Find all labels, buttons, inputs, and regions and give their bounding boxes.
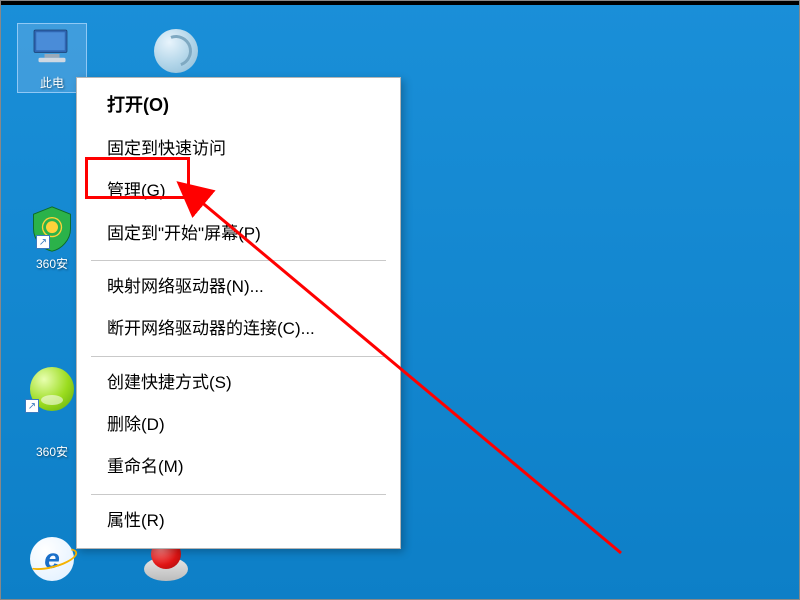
shortcut-badge-icon: ↗ [36, 235, 50, 249]
context-menu: 打开(O) 固定到快速访问 管理(G) 固定到"开始"屏幕(P) 映射网络驱动器… [76, 77, 401, 549]
shield-icon: ↗ [28, 205, 76, 253]
computer-icon [28, 24, 76, 72]
menu-item-map-drive[interactable]: 映射网络驱动器(N)... [77, 266, 400, 308]
menu-separator [91, 356, 386, 357]
menu-separator [91, 494, 386, 495]
menu-separator [91, 260, 386, 261]
menu-item-create-shortcut[interactable]: 创建快捷方式(S) [77, 362, 400, 404]
desktop-icon-browser[interactable] [141, 27, 211, 79]
ball-icon: ↗ [28, 365, 76, 413]
browser-icon [152, 27, 200, 75]
menu-item-pin-quick-access[interactable]: 固定到快速访问 [77, 128, 400, 170]
menu-item-manage[interactable]: 管理(G) [77, 170, 400, 212]
shortcut-badge-icon: ↗ [25, 399, 39, 413]
ie-icon [28, 535, 76, 583]
menu-item-rename[interactable]: 重命名(M) [77, 446, 400, 488]
menu-item-open[interactable]: 打开(O) [77, 84, 400, 128]
menu-item-delete[interactable]: 删除(D) [77, 404, 400, 446]
menu-item-pin-start[interactable]: 固定到"开始"屏幕(P) [77, 213, 400, 255]
menu-item-disconnect-drive[interactable]: 断开网络驱动器的连接(C)... [77, 308, 400, 350]
menu-item-properties[interactable]: 属性(R) [77, 500, 400, 542]
desktop: 此电 ↗ 360安 ↗ 360安 [1, 5, 799, 599]
